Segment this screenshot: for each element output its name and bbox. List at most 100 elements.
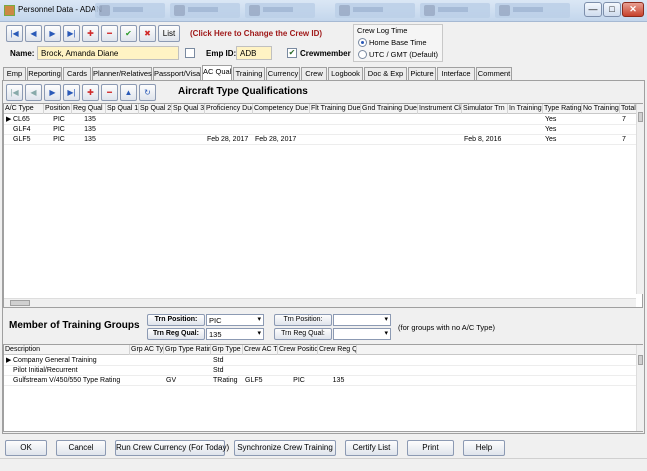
aircraft-row[interactable]: GLF4 PIC 135 Yes: [4, 125, 642, 135]
list-button[interactable]: List: [158, 25, 180, 42]
tab-crew[interactable]: Crew: [301, 67, 327, 80]
aircraft-column-header[interactable]: Flt Training Due: [310, 104, 361, 114]
change-crew-id-link[interactable]: (Click Here to Change the Crew ID): [190, 29, 322, 38]
minimize-button[interactable]: —: [584, 2, 602, 17]
training-row[interactable]: ▶ Company General Training Std: [4, 356, 642, 366]
grid-next-icon[interactable]: ▶: [44, 84, 61, 101]
tab-passport-visa[interactable]: Passport/Visa: [153, 67, 201, 80]
aircraft-column-header[interactable]: Sp Qual 3: [172, 104, 205, 114]
tab-interface[interactable]: Interface: [437, 67, 475, 80]
tab-training[interactable]: Training: [233, 67, 265, 80]
run-crew-currency-for-today-button[interactable]: Run Crew Currency (For Today): [115, 440, 229, 456]
aircraft-column-header[interactable]: Gnd Training Due: [361, 104, 418, 114]
first-record-icon[interactable]: |◀: [6, 25, 23, 42]
grid-add-icon[interactable]: ✚: [82, 84, 99, 101]
grid-prev-icon[interactable]: ◀: [25, 84, 42, 101]
aircraft-row[interactable]: ▶ CL65 PIC 135 Yes 7: [4, 115, 642, 125]
aircraft-column-header[interactable]: Simulator Trn: [462, 104, 508, 114]
delete-record-icon[interactable]: ━: [101, 25, 118, 42]
aircraft-grid-hscroll[interactable]: [4, 298, 636, 307]
trn-position-select[interactable]: PIC: [206, 314, 264, 326]
crewmember-checkbox[interactable]: ✔: [287, 48, 297, 58]
training-column-header[interactable]: Grp Type: [211, 345, 243, 355]
tab-currency[interactable]: Currency: [266, 67, 300, 80]
tab-logbook[interactable]: Logbook: [328, 67, 363, 80]
taskbar-item-blurred[interactable]: [335, 3, 415, 18]
training-column-header[interactable]: Grp AC Type: [130, 345, 164, 355]
tab-emp[interactable]: Emp: [3, 67, 26, 80]
training-row[interactable]: Pilot Initial/Recurrent Std: [4, 366, 642, 376]
taskbar-item-blurred[interactable]: [495, 3, 570, 18]
aircraft-column-header[interactable]: Proficiency Due: [205, 104, 253, 114]
last-record-icon[interactable]: ▶|: [63, 25, 80, 42]
trn-reg-qual-select[interactable]: 135: [206, 328, 264, 340]
utc-time-radio[interactable]: [358, 50, 367, 59]
training-row[interactable]: Gulfstream V/450/550 Type Rating GV TRatin…: [4, 376, 642, 386]
training-column-header[interactable]: Grp Type Rating: [164, 345, 211, 355]
aircraft-row[interactable]: GLF5 PIC 135 Feb 28, 2017 Feb 28, 2017 Feb 8,…: [4, 135, 642, 145]
tab-reporting[interactable]: Reporting: [27, 67, 62, 80]
tab-cards[interactable]: Cards: [63, 67, 91, 80]
prev-record-icon[interactable]: ◀: [25, 25, 42, 42]
training-grid-vscroll[interactable]: [636, 345, 643, 431]
aircraft-column-header[interactable]: Sp Qual 2: [139, 104, 172, 114]
trn-reg-qual2-select[interactable]: [333, 328, 391, 340]
cancel-button[interactable]: Cancel: [56, 440, 106, 456]
aircraft-column-header[interactable]: Competency Due: [253, 104, 310, 114]
name-field[interactable]: Brock, Amanda Diane: [37, 46, 179, 60]
grid-last-icon[interactable]: ▶|: [63, 84, 80, 101]
current-row-marker-icon: ▶: [6, 357, 12, 364]
emp-id-field[interactable]: ADB: [236, 46, 272, 60]
add-record-icon[interactable]: ✚: [82, 25, 99, 42]
aircraft-qual-grid[interactable]: A/C Type Position Reg Qual Sp Qual 1 Sp Qual…: [3, 103, 643, 308]
training-column-header[interactable]: Crew AC Type: [243, 345, 278, 355]
training-cell: [280, 366, 318, 376]
close-button[interactable]: ✕: [622, 2, 644, 17]
training-column-header[interactable]: Description: [4, 345, 130, 355]
aircraft-column-header[interactable]: Position: [44, 104, 72, 114]
aircraft-cell: Feb 8, 2016: [464, 136, 502, 143]
name-checkbox[interactable]: [185, 48, 195, 58]
maximize-button[interactable]: □: [603, 2, 621, 17]
tab-ac-qual[interactable]: AC Qual: [202, 65, 232, 81]
training-column-header[interactable]: Crew Position: [278, 345, 318, 355]
tab-doc-exp[interactable]: Doc & Exp: [364, 67, 407, 80]
home-base-time-radio[interactable]: [358, 38, 367, 47]
aircraft-column-header[interactable]: Sp Qual 1: [106, 104, 139, 114]
cancel-record-icon[interactable]: ✖: [139, 25, 156, 42]
aircraft-column-header[interactable]: Type Rating: [543, 104, 582, 114]
synchronize-crew-training-button[interactable]: Synchronize Crew Training: [234, 440, 336, 456]
grid-refresh-icon[interactable]: ↻: [139, 84, 156, 101]
aircraft-grid-vscroll[interactable]: [636, 104, 643, 294]
hscroll-thumb[interactable]: [10, 300, 30, 306]
aircraft-column-header[interactable]: No Training: [582, 104, 620, 114]
vscroll-thumb[interactable]: [638, 112, 643, 122]
vscroll-thumb[interactable]: [638, 355, 643, 365]
training-cell: [245, 356, 278, 366]
aircraft-column-header[interactable]: Instrument Ck: [418, 104, 462, 114]
taskbar-item-blurred[interactable]: [95, 3, 165, 18]
next-record-icon[interactable]: ▶: [44, 25, 61, 42]
certify-list-button[interactable]: Certify List: [345, 440, 398, 456]
tab-planner-relatives[interactable]: Planner/Relatives: [92, 67, 152, 80]
grid-first-icon[interactable]: |◀: [6, 84, 23, 101]
grid-move-up-icon[interactable]: ▲: [120, 84, 137, 101]
taskbar-item-blurred[interactable]: [245, 3, 315, 18]
training-groups-grid[interactable]: DescriptionGrp AC TypeGrp Type RatingGrp…: [3, 344, 643, 432]
aircraft-column-header[interactable]: In Training: [508, 104, 543, 114]
aircraft-cell: [207, 115, 253, 125]
save-record-icon[interactable]: ✔: [120, 25, 137, 42]
taskbar-item-blurred[interactable]: [170, 3, 240, 18]
grid-delete-icon[interactable]: ━: [101, 84, 118, 101]
tab-comment[interactable]: Comment: [476, 67, 512, 80]
help-button[interactable]: Help: [463, 440, 505, 456]
no-ac-type-note: (for groups with no A/C Type): [398, 323, 495, 332]
trn-position2-select[interactable]: [333, 314, 391, 326]
tab-picture[interactable]: Picture: [408, 67, 436, 80]
taskbar-item-blurred[interactable]: [420, 3, 490, 18]
training-column-header[interactable]: Crew Reg Qual: [318, 345, 357, 355]
print-button[interactable]: Print: [407, 440, 454, 456]
aircraft-column-header[interactable]: Reg Qual: [72, 104, 106, 114]
aircraft-column-header[interactable]: A/C Type: [4, 104, 44, 114]
ok-button[interactable]: OK: [5, 440, 47, 456]
